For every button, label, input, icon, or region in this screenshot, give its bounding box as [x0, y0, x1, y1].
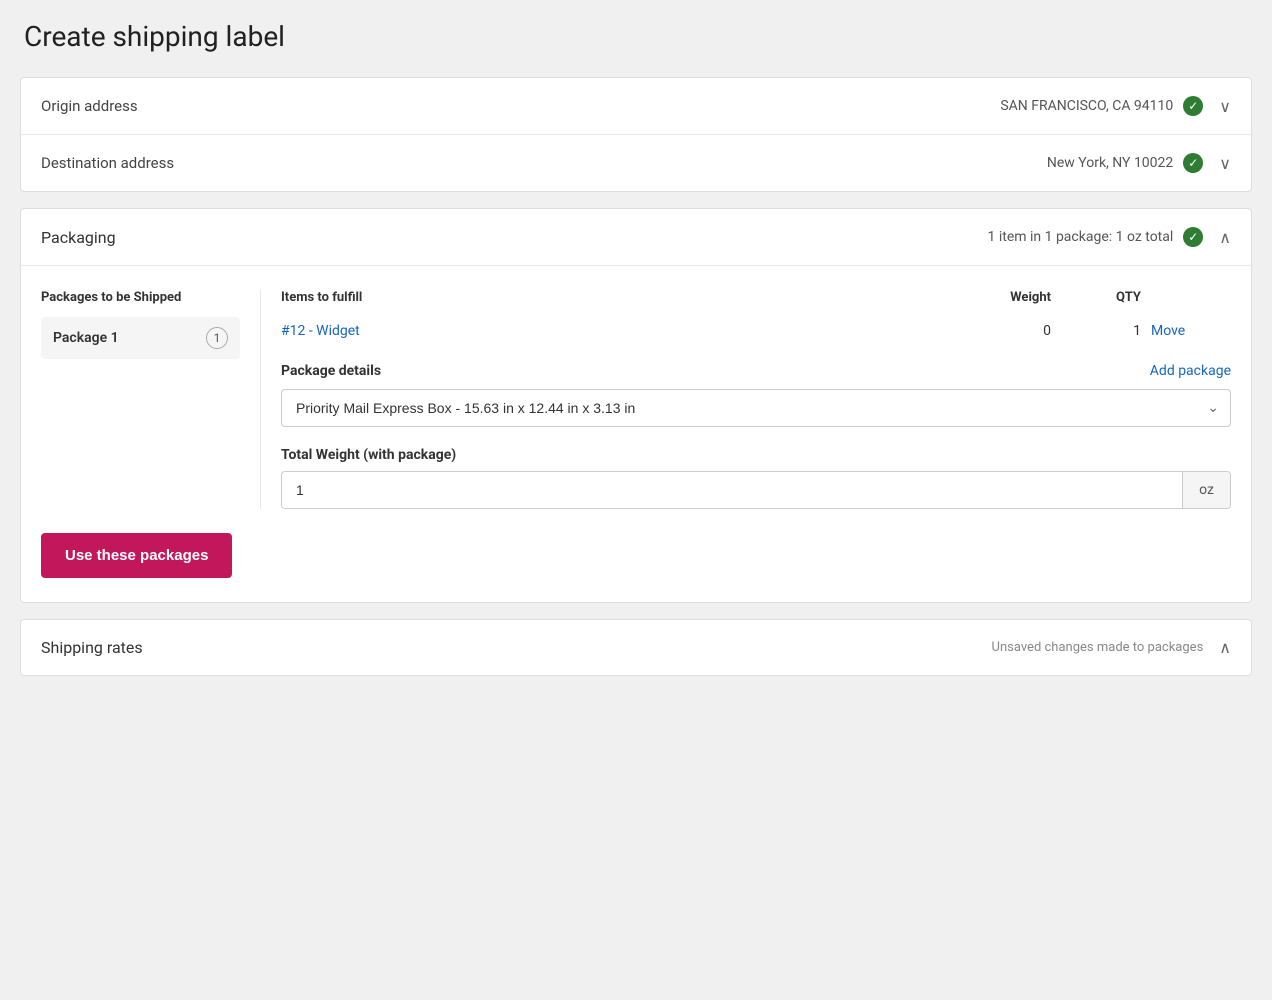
packaging-check-icon: ✓	[1183, 227, 1203, 247]
package-details-section: Package details Add package Priority Mai…	[281, 363, 1231, 427]
total-weight-section: Total Weight (with package) oz	[281, 447, 1231, 509]
origin-chevron-down-icon: ∨	[1219, 97, 1231, 116]
origin-address-label: Origin address	[41, 97, 138, 115]
packages-list-panel: Packages to be Shipped Package 1 1	[41, 290, 261, 509]
origin-address-right: SAN FRANCISCO, CA 94110 ✓ ∨	[1000, 96, 1231, 116]
package-type-select-wrapper: Priority Mail Express Box - 15.63 in x 1…	[281, 389, 1231, 427]
origin-address-value: SAN FRANCISCO, CA 94110	[1000, 98, 1173, 114]
package-details-title: Package details	[281, 363, 381, 379]
package-details-header: Package details Add package	[281, 363, 1231, 379]
total-weight-label: Total Weight (with package)	[281, 447, 1231, 463]
item-weight: 0	[971, 323, 1071, 339]
col-weight-header: Weight	[971, 290, 1071, 305]
packages-grid: Packages to be Shipped Package 1 1 Items…	[41, 290, 1231, 509]
package-type-select[interactable]: Priority Mail Express Box - 15.63 in x 1…	[281, 389, 1231, 427]
destination-check-icon: ✓	[1183, 153, 1203, 173]
packages-list-title: Packages to be Shipped	[41, 290, 240, 305]
items-panel: Items to fulfill Weight QTY #12 - Widget…	[281, 290, 1231, 509]
destination-address-label: Destination address	[41, 154, 174, 172]
destination-chevron-down-icon: ∨	[1219, 154, 1231, 173]
packaging-card: Packaging 1 item in 1 package: 1 oz tota…	[20, 208, 1252, 603]
weight-input[interactable]	[282, 472, 1182, 508]
col-items-header: Items to fulfill	[281, 290, 971, 305]
shipping-rates-right: Unsaved changes made to packages ∧	[992, 638, 1231, 657]
use-packages-button[interactable]: Use these packages	[41, 533, 232, 578]
package-item-count: 1	[206, 327, 228, 349]
items-table-header: Items to fulfill Weight QTY	[281, 290, 1231, 313]
destination-address-right: New York, NY 10022 ✓ ∨	[1047, 153, 1231, 173]
origin-address-row[interactable]: Origin address SAN FRANCISCO, CA 94110 ✓…	[21, 78, 1251, 135]
origin-check-icon: ✓	[1183, 96, 1203, 116]
shipping-rates-card: Shipping rates Unsaved changes made to p…	[20, 619, 1252, 676]
shipping-rates-chevron-up-icon: ∧	[1219, 638, 1231, 657]
item-qty: 1	[1071, 323, 1151, 339]
addresses-card: Origin address SAN FRANCISCO, CA 94110 ✓…	[20, 77, 1252, 192]
weight-input-wrapper: oz	[281, 471, 1231, 509]
packaging-label: Packaging	[41, 228, 116, 247]
page-title: Create shipping label	[20, 20, 1252, 53]
unsaved-changes-text: Unsaved changes made to packages	[992, 640, 1204, 655]
packaging-content: Packages to be Shipped Package 1 1 Items…	[21, 266, 1251, 602]
destination-address-row[interactable]: Destination address New York, NY 10022 ✓…	[21, 135, 1251, 191]
item-link[interactable]: #12 - Widget	[281, 323, 971, 339]
destination-address-value: New York, NY 10022	[1047, 155, 1173, 171]
move-item-button[interactable]: Move	[1151, 323, 1231, 339]
packaging-header[interactable]: Packaging 1 item in 1 package: 1 oz tota…	[21, 209, 1251, 266]
col-qty-header: QTY	[1071, 290, 1151, 305]
shipping-rates-header[interactable]: Shipping rates Unsaved changes made to p…	[21, 620, 1251, 675]
packaging-summary-text: 1 item in 1 package: 1 oz total	[988, 229, 1174, 245]
package-item-name: Package 1	[53, 330, 119, 346]
packaging-chevron-up-icon: ∧	[1219, 228, 1231, 247]
packaging-summary-right: 1 item in 1 package: 1 oz total ✓ ∧	[988, 227, 1232, 247]
weight-unit-label: oz	[1182, 472, 1230, 508]
table-row: #12 - Widget 0 1 Move	[281, 323, 1231, 339]
package-item[interactable]: Package 1 1	[41, 317, 240, 359]
shipping-rates-label: Shipping rates	[41, 638, 143, 657]
add-package-button[interactable]: Add package	[1150, 363, 1231, 379]
